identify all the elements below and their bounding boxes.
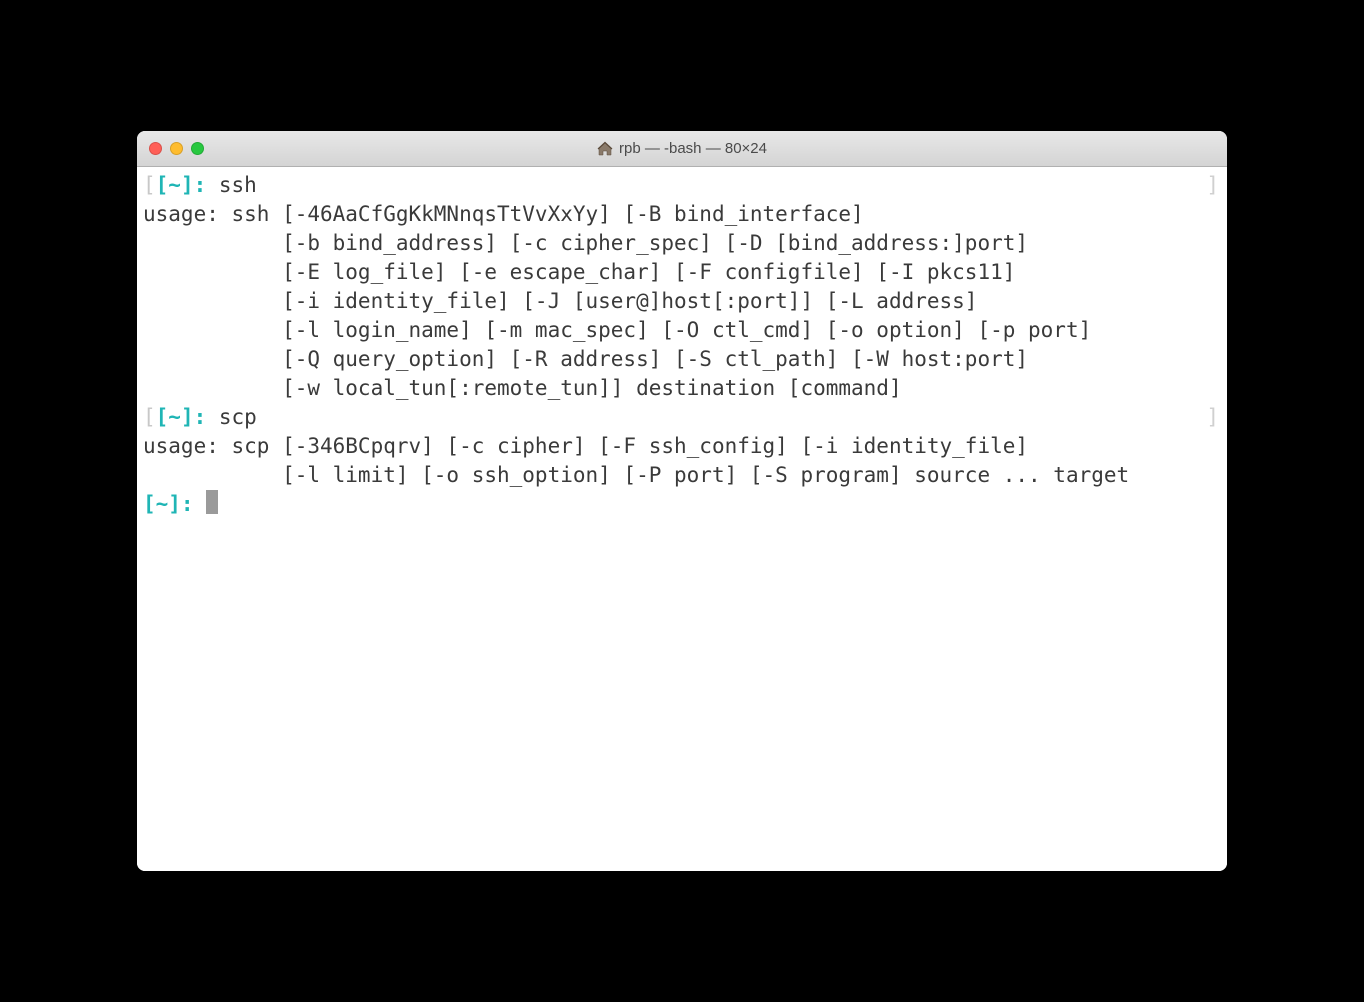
shell-prompt: [~]: bbox=[156, 405, 207, 429]
traffic-lights bbox=[149, 142, 204, 155]
terminal-line: [~]: bbox=[143, 490, 1221, 519]
output-line: usage: scp [-346BCpqrv] [-c cipher] [-F … bbox=[143, 432, 1221, 461]
window-title: rpb — -bash — 80×24 bbox=[137, 140, 1227, 157]
line-end-bracket: ] bbox=[1206, 171, 1219, 200]
output-line: [-i identity_file] [-J [user@]host[:port… bbox=[143, 287, 1221, 316]
line-continuation-bracket: [ bbox=[143, 405, 156, 429]
line-continuation-bracket: [ bbox=[143, 173, 156, 197]
command-text: scp bbox=[206, 405, 257, 429]
window-title-text: rpb — -bash — 80×24 bbox=[619, 140, 767, 157]
titlebar[interactable]: rpb — -bash — 80×24 bbox=[137, 131, 1227, 167]
command-text: ssh bbox=[206, 173, 257, 197]
output-line: [-E log_file] [-e escape_char] [-F confi… bbox=[143, 258, 1221, 287]
output-line: [-b bind_address] [-c cipher_spec] [-D [… bbox=[143, 229, 1221, 258]
cursor bbox=[206, 490, 218, 514]
output-line: [-l limit] [-o ssh_option] [-P port] [-S… bbox=[143, 461, 1221, 490]
terminal-line: [[~]: scp] bbox=[143, 403, 1221, 432]
line-end-bracket: ] bbox=[1206, 403, 1219, 432]
output-line: [-w local_tun[:remote_tun]] destination … bbox=[143, 374, 1221, 403]
terminal-body[interactable]: [[~]: ssh]usage: ssh [-46AaCfGgKkMNnqsTt… bbox=[137, 167, 1227, 871]
shell-prompt: [~]: bbox=[143, 492, 194, 516]
output-line: [-l login_name] [-m mac_spec] [-O ctl_cm… bbox=[143, 316, 1221, 345]
output-line: usage: ssh [-46AaCfGgKkMNnqsTtVvXxYy] [-… bbox=[143, 200, 1221, 229]
zoom-button[interactable] bbox=[191, 142, 204, 155]
minimize-button[interactable] bbox=[170, 142, 183, 155]
terminal-line: [[~]: ssh] bbox=[143, 171, 1221, 200]
home-icon bbox=[597, 141, 613, 157]
terminal-window: rpb — -bash — 80×24 [[~]: ssh]usage: ssh… bbox=[137, 131, 1227, 871]
shell-prompt: [~]: bbox=[156, 173, 207, 197]
output-line: [-Q query_option] [-R address] [-S ctl_p… bbox=[143, 345, 1221, 374]
close-button[interactable] bbox=[149, 142, 162, 155]
